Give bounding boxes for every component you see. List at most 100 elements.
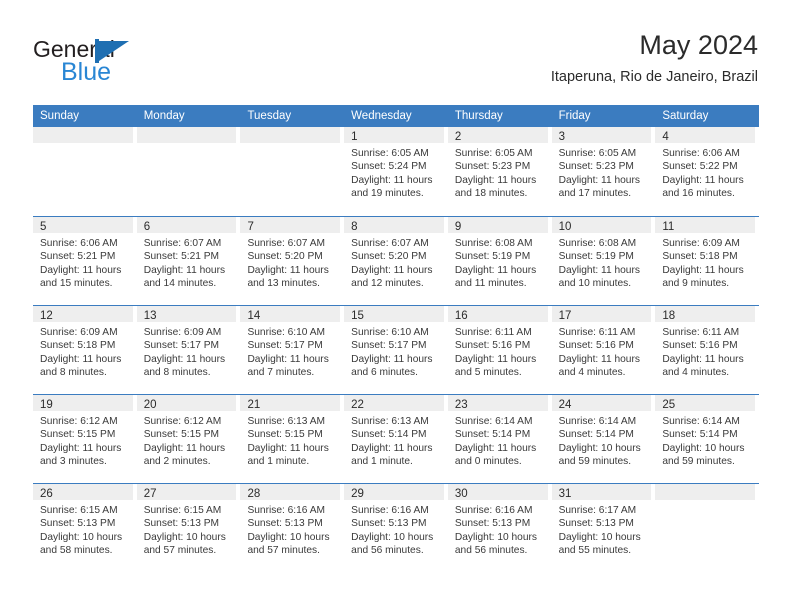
day-detail-line: and 9 minutes. bbox=[662, 278, 730, 290]
calendar-week-row: 1 Sunrise: 6:05 AM Sunset: 5:24 PM Daylight… bbox=[33, 127, 759, 216]
day-detail-line: Sunset: 5:23 PM bbox=[454, 161, 531, 173]
day-detail-line: Sunrise: 6:16 AM bbox=[351, 505, 429, 516]
calendar-week-row: 5 Sunrise: 6:06 AM Sunset: 5:21 PM Daylight… bbox=[33, 216, 759, 305]
day-detail-line: Sunset: 5:16 PM bbox=[558, 340, 634, 352]
day-detail-line: Sunrise: 6:06 AM bbox=[662, 148, 740, 159]
calendar-day-cell[interactable]: 21 Sunrise: 6:13 AM Sunset: 5:15 PM Dayligh… bbox=[240, 395, 344, 483]
day-number: 5 bbox=[40, 221, 47, 233]
day-details: Sunrise: 6:09 AM Sunset: 5:18 PM Daylight:… bbox=[33, 322, 133, 380]
day-number: 7 bbox=[247, 221, 254, 233]
weekday-header-row: Sunday Monday Tuesday Wednesday Thursday Frid… bbox=[33, 105, 759, 127]
day-number: 30 bbox=[454, 488, 468, 500]
day-number: 24 bbox=[558, 399, 572, 411]
day-detail-line: Sunset: 5:20 PM bbox=[247, 251, 323, 263]
day-detail-line: Daylight: 11 hours bbox=[351, 174, 433, 186]
day-details: Sunrise: 6:09 AM Sunset: 5:17 PM Daylight:… bbox=[137, 322, 237, 380]
brand-name-blue: Blue bbox=[61, 58, 112, 86]
day-detail-line: and 1 minute. bbox=[247, 456, 310, 468]
calendar-day-cell[interactable]: 27 Sunrise: 6:15 AM Sunset: 5:13 PM Dayligh… bbox=[136, 484, 241, 572]
day-detail-line: Sunset: 5:13 PM bbox=[558, 518, 634, 530]
calendar-day-cell[interactable]: 11 Sunrise: 6:09 AM Sunset: 5:18 PM Dayligh… bbox=[655, 217, 759, 305]
day-detail-line: Daylight: 10 hours bbox=[558, 531, 641, 543]
day-details: Sunrise: 6:11 AM Sunset: 5:16 PM Daylight:… bbox=[448, 322, 548, 380]
day-number: 20 bbox=[143, 399, 157, 411]
day-number-band: 13 bbox=[136, 306, 237, 322]
calendar-day-cell[interactable]: 29 Sunrise: 6:16 AM Sunset: 5:13 PM Dayligh… bbox=[344, 484, 448, 572]
calendar-day-cell[interactable]: 17 Sunrise: 6:11 AM Sunset: 5:16 PM Dayligh… bbox=[551, 306, 656, 394]
calendar-day-cell[interactable]: 2 Sunrise: 6:05 AM Sunset: 5:23 PM Daylight… bbox=[447, 127, 552, 216]
calendar-day-cell[interactable]: 28 Sunrise: 6:16 AM Sunset: 5:13 PM Dayligh… bbox=[240, 484, 344, 572]
calendar-weeks: 1 Sunrise: 6:05 AM Sunset: 5:24 PM Daylight… bbox=[33, 127, 759, 572]
day-detail-line: and 16 minutes. bbox=[662, 188, 735, 200]
day-number: 15 bbox=[351, 310, 364, 322]
calendar-day-cell[interactable]: 26 Sunrise: 6:15 AM Sunset: 5:13 PM Dayligh… bbox=[33, 484, 137, 572]
calendar-day-cell[interactable]: 5 Sunrise: 6:06 AM Sunset: 5:21 PM Daylight… bbox=[33, 217, 137, 305]
weekday-header-friday: Friday bbox=[558, 110, 591, 122]
calendar-day-cell[interactable]: 3 Sunrise: 6:05 AM Sunset: 5:23 PM Daylight… bbox=[551, 127, 656, 216]
day-detail-line: Sunset: 5:16 PM bbox=[454, 340, 531, 352]
day-number-band: 22 bbox=[344, 395, 444, 411]
day-detail-line: Daylight: 10 hours bbox=[40, 531, 123, 543]
day-detail-line: Daylight: 11 hours bbox=[662, 353, 744, 365]
day-detail-line: Daylight: 11 hours bbox=[558, 264, 640, 276]
day-detail-line: Sunset: 5:13 PM bbox=[247, 518, 323, 530]
calendar-day-cell[interactable]: 16 Sunrise: 6:11 AM Sunset: 5:16 PM Dayligh… bbox=[447, 306, 552, 394]
day-number: 25 bbox=[662, 399, 676, 411]
calendar-day-cell[interactable]: 10 Sunrise: 6:08 AM Sunset: 5:19 PM Dayligh… bbox=[551, 217, 656, 305]
day-detail-line: Daylight: 11 hours bbox=[40, 264, 122, 276]
calendar-day-cell[interactable]: 25 Sunrise: 6:14 AM Sunset: 5:14 PM Dayligh… bbox=[655, 395, 759, 483]
day-detail-line: Sunrise: 6:05 AM bbox=[558, 148, 637, 159]
calendar-day-cell[interactable]: 13 Sunrise: 6:09 AM Sunset: 5:17 PM Dayligh… bbox=[136, 306, 241, 394]
day-detail-line: Daylight: 11 hours bbox=[558, 174, 640, 186]
day-details: Sunrise: 6:14 AM Sunset: 5:14 PM Daylight:… bbox=[552, 411, 652, 469]
day-number-band: 19 bbox=[33, 395, 133, 411]
calendar-day-cell[interactable]: 30 Sunrise: 6:16 AM Sunset: 5:13 PM Dayligh… bbox=[447, 484, 552, 572]
day-detail-line: and 4 minutes. bbox=[558, 367, 626, 379]
day-detail-line: Sunset: 5:13 PM bbox=[351, 518, 427, 530]
day-detail-line: Sunset: 5:15 PM bbox=[247, 429, 323, 441]
day-detail-line: Daylight: 11 hours bbox=[662, 174, 744, 186]
day-details: Sunrise: 6:13 AM Sunset: 5:14 PM Daylight:… bbox=[344, 411, 444, 469]
day-detail-line: Sunset: 5:14 PM bbox=[351, 429, 427, 441]
day-number-band: 2 bbox=[447, 127, 548, 143]
day-detail-line: Daylight: 11 hours bbox=[143, 442, 226, 454]
calendar-day-cell[interactable]: 6 Sunrise: 6:07 AM Sunset: 5:21 PM Daylight… bbox=[136, 217, 241, 305]
calendar-day-cell[interactable]: 23 Sunrise: 6:14 AM Sunset: 5:14 PM Dayligh… bbox=[447, 395, 552, 483]
calendar-day-cell[interactable]: 31 Sunrise: 6:17 AM Sunset: 5:13 PM Dayligh… bbox=[551, 484, 656, 572]
calendar-day-cell[interactable]: 7 Sunrise: 6:07 AM Sunset: 5:20 PM Daylight… bbox=[240, 217, 344, 305]
calendar-day-cell[interactable]: 15 Sunrise: 6:10 AM Sunset: 5:17 PM Dayligh… bbox=[344, 306, 448, 394]
calendar-week-row: 19 Sunrise: 6:12 AM Sunset: 5:15 PM Dayligh… bbox=[33, 394, 759, 483]
day-detail-line: Sunrise: 6:09 AM bbox=[662, 238, 740, 249]
day-number: 26 bbox=[40, 488, 53, 500]
day-detail-line: Sunrise: 6:12 AM bbox=[40, 416, 118, 427]
day-details: Sunrise: 6:08 AM Sunset: 5:19 PM Daylight:… bbox=[552, 233, 652, 291]
day-detail-line: and 55 minutes. bbox=[558, 545, 632, 557]
day-detail-line: Sunset: 5:22 PM bbox=[662, 161, 738, 173]
calendar-day-cell[interactable]: 8 Sunrise: 6:07 AM Sunset: 5:20 PM Daylight… bbox=[344, 217, 448, 305]
day-detail-line: Sunrise: 6:09 AM bbox=[143, 327, 222, 338]
day-detail-line: and 2 minutes. bbox=[143, 456, 211, 468]
calendar-day-cell[interactable]: 4 Sunrise: 6:06 AM Sunset: 5:22 PM Daylight… bbox=[655, 127, 759, 216]
day-number: 13 bbox=[143, 310, 157, 322]
day-details: Sunrise: 6:11 AM Sunset: 5:16 PM Daylight:… bbox=[655, 322, 755, 380]
calendar-day-cell[interactable]: 19 Sunrise: 6:12 AM Sunset: 5:15 PM Dayligh… bbox=[33, 395, 137, 483]
calendar-day-cell[interactable]: 24 Sunrise: 6:14 AM Sunset: 5:14 PM Dayligh… bbox=[551, 395, 656, 483]
day-details: Sunrise: 6:05 AM Sunset: 5:24 PM Daylight:… bbox=[344, 143, 444, 201]
day-detail-line: Sunset: 5:13 PM bbox=[40, 518, 116, 530]
calendar-day-cell[interactable]: 22 Sunrise: 6:13 AM Sunset: 5:14 PM Dayligh… bbox=[344, 395, 448, 483]
weekday-header-thursday: Thursday bbox=[454, 110, 503, 122]
day-details: Sunrise: 6:08 AM Sunset: 5:19 PM Daylight:… bbox=[448, 233, 548, 291]
brand-logo[interactable]: General Blue bbox=[33, 36, 233, 90]
calendar-day-cell[interactable]: 12 Sunrise: 6:09 AM Sunset: 5:18 PM Dayligh… bbox=[33, 306, 137, 394]
day-number-band: 9 bbox=[447, 217, 548, 233]
calendar-day-cell[interactable]: 14 Sunrise: 6:10 AM Sunset: 5:17 PM Dayligh… bbox=[240, 306, 344, 394]
calendar-day-cell[interactable]: 20 Sunrise: 6:12 AM Sunset: 5:15 PM Dayligh… bbox=[136, 395, 241, 483]
day-detail-line: and 59 minutes. bbox=[558, 456, 632, 468]
day-detail-line: Sunset: 5:16 PM bbox=[662, 340, 738, 352]
day-detail-line: and 15 minutes. bbox=[40, 278, 113, 290]
calendar-day-cell[interactable]: 9 Sunrise: 6:08 AM Sunset: 5:19 PM Daylight… bbox=[447, 217, 552, 305]
calendar-day-cell[interactable]: 1 Sunrise: 6:05 AM Sunset: 5:24 PM Daylight… bbox=[344, 127, 448, 216]
day-details: Sunrise: 6:05 AM Sunset: 5:23 PM Daylight:… bbox=[448, 143, 548, 201]
day-detail-line: and 8 minutes. bbox=[143, 367, 211, 379]
calendar-day-cell[interactable]: 18 Sunrise: 6:11 AM Sunset: 5:16 PM Dayligh… bbox=[655, 306, 759, 394]
